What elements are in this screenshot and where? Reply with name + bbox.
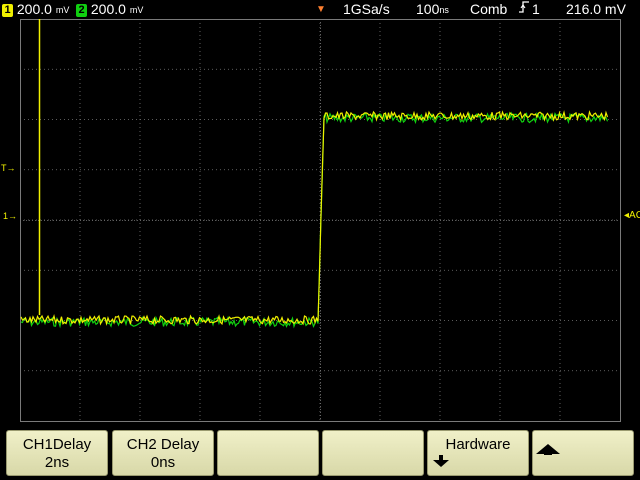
- timebase-unit: ns: [439, 5, 449, 16]
- softkey-4[interactable]: [322, 430, 424, 476]
- ground-marker: 1→: [3, 211, 18, 221]
- ch2-delay-softkey[interactable]: CH2 Delay 0ns: [112, 430, 214, 476]
- softkey-3[interactable]: [217, 430, 319, 476]
- trigger-level-marker: T→: [1, 163, 16, 173]
- ch2-scale: 200.0: [90, 1, 126, 17]
- graticule: [20, 19, 621, 422]
- down-arrow-icon: [428, 454, 528, 468]
- trigger-source: 1: [532, 1, 540, 17]
- hardware-label: Hardware: [445, 436, 511, 453]
- hardware-softkey[interactable]: Hardware: [427, 430, 529, 476]
- ch2-delay-value: 0ns: [150, 454, 176, 471]
- ch2-delay-label: CH2 Delay: [126, 436, 200, 453]
- timebase: 100: [416, 1, 440, 17]
- ch1-scale-readout: 1 200.0 mV: [2, 0, 69, 18]
- acquisition-mode: Comb: [470, 1, 508, 17]
- ch2-unit: mV: [129, 5, 144, 16]
- trigger-level: 216.0 mV: [566, 1, 626, 17]
- ch2-scale-readout: 2 200.0 mV: [76, 0, 143, 18]
- ch1-scale: 200.0: [16, 1, 52, 17]
- up-softkey[interactable]: [532, 430, 634, 476]
- sample-rate: 1GSa/s: [343, 1, 390, 17]
- ch1-delay-value: 2ns: [44, 454, 70, 471]
- ch1-unit: mV: [55, 5, 70, 16]
- ac-coupling-marker: ◂AC: [624, 210, 640, 221]
- timebase-readout: 100ns: [416, 0, 449, 18]
- trigger-position-icon: ▼: [316, 4, 326, 15]
- ch2-badge: 2: [76, 3, 87, 17]
- ch1-badge: 1: [2, 3, 13, 17]
- status-bar: 1 200.0 mV 2 200.0 mV ▼ 1GSa/s 100ns Com…: [0, 0, 640, 18]
- ch1-delay-softkey[interactable]: CH1Delay 2ns: [6, 430, 108, 476]
- rising-edge-icon: [518, 0, 530, 14]
- softkey-bar: CH1Delay 2ns CH2 Delay 0ns Hardware: [0, 428, 640, 480]
- ch1-trace: [20, 110, 609, 326]
- up-arrow-icon: [533, 436, 633, 457]
- ch1-delay-label: CH1Delay: [22, 436, 92, 453]
- waveform-display: [20, 19, 621, 422]
